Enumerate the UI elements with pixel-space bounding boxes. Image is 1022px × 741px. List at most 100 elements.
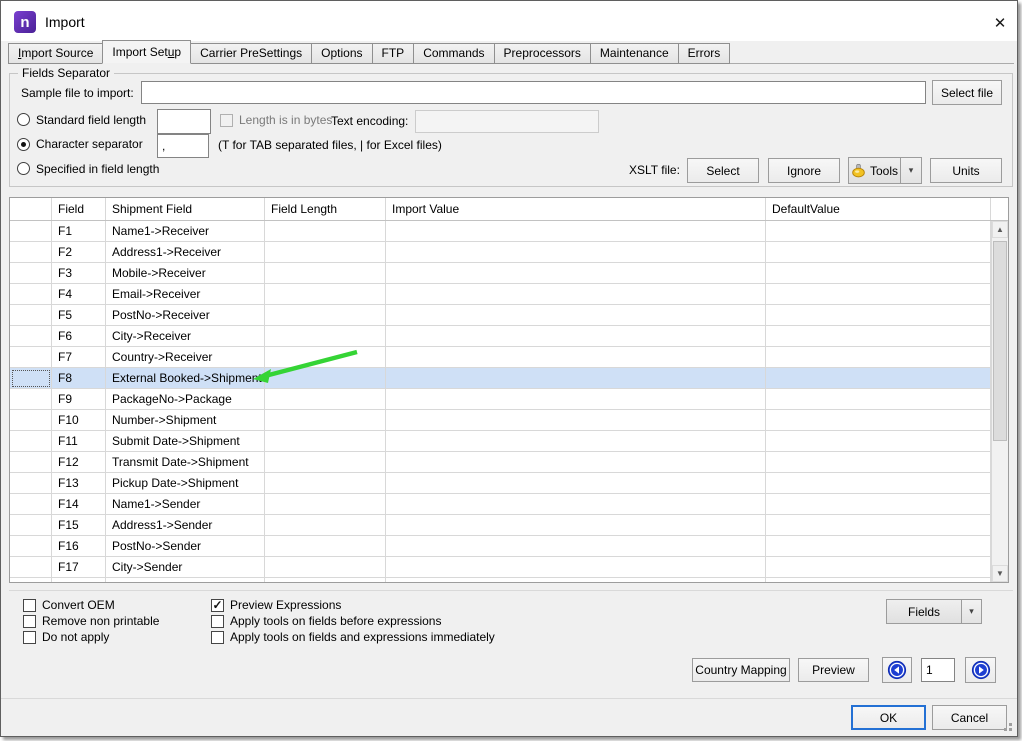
table-row-f13[interactable]: F13Pickup Date->Shipment bbox=[10, 473, 1008, 494]
table-row-f10[interactable]: F10Number->Shipment bbox=[10, 410, 1008, 431]
column-header-field-length[interactable]: Field Length bbox=[265, 198, 386, 220]
tab-carrier-presettings[interactable]: Carrier PreSettings bbox=[190, 43, 312, 64]
table-row-f14[interactable]: F14Name1->Sender bbox=[10, 494, 1008, 515]
cell-defaultvalue bbox=[766, 515, 991, 536]
cell-field-length bbox=[265, 515, 386, 536]
tab-strip: Import SourceImport SetupCarrier PreSett… bbox=[8, 41, 1014, 64]
standard-field-length-radio[interactable] bbox=[17, 113, 30, 126]
column-header-field[interactable]: Field bbox=[52, 198, 106, 220]
table-row-f1[interactable]: F1Name1->Receiver bbox=[10, 221, 1008, 242]
cell-field: F4 bbox=[52, 284, 106, 305]
table-row-f11[interactable]: F11Submit Date->Shipment bbox=[10, 431, 1008, 452]
cancel-button[interactable]: Cancel bbox=[932, 705, 1007, 730]
separator-char-input[interactable] bbox=[157, 134, 209, 158]
cell-defaultvalue bbox=[766, 242, 991, 263]
table-row-f15[interactable]: F15Address1->Sender bbox=[10, 515, 1008, 536]
fields-button[interactable]: Fields bbox=[886, 599, 962, 624]
cell-defaultvalue bbox=[766, 389, 991, 410]
vertical-scrollbar[interactable]: ▲ ▼ bbox=[991, 221, 1008, 582]
table-row-f17[interactable]: F17City->Sender bbox=[10, 557, 1008, 578]
column-header-shipment-field[interactable]: Shipment Field bbox=[106, 198, 265, 220]
select-file-button[interactable]: Select file bbox=[932, 80, 1002, 105]
column-header-import-value[interactable]: Import Value bbox=[386, 198, 766, 220]
tab-commands[interactable]: Commands bbox=[413, 43, 494, 64]
fields-dropdown-button[interactable]: ▾ bbox=[961, 599, 982, 624]
scrollbar-thumb[interactable] bbox=[993, 241, 1007, 441]
character-separator-label: Character separator bbox=[36, 137, 143, 151]
cell-import-value bbox=[386, 389, 766, 410]
cell-defaultvalue bbox=[766, 578, 991, 582]
cell-shipment-field: Transmit Date->Shipment bbox=[106, 452, 265, 473]
table-row-f6[interactable]: F6City->Receiver bbox=[10, 326, 1008, 347]
row-selector-cell bbox=[10, 263, 52, 284]
table-row-f2[interactable]: F2Address1->Receiver bbox=[10, 242, 1008, 263]
checkbox-convert-oem[interactable]: Convert OEM bbox=[23, 597, 159, 613]
checkbox-apply-tools-on-fields-before-expressions[interactable]: Apply tools on fields before expressions bbox=[211, 613, 495, 629]
xslt-select-button[interactable]: Select bbox=[687, 158, 759, 183]
cell-field-length bbox=[265, 578, 386, 582]
table-row-f4[interactable]: F4Email->Receiver bbox=[10, 284, 1008, 305]
checkbox-label: Remove non printable bbox=[42, 614, 159, 628]
tools-button[interactable]: Tools bbox=[848, 157, 901, 184]
units-button[interactable]: Units bbox=[930, 158, 1002, 183]
column-header-defaultvalue[interactable]: DefaultValue bbox=[766, 198, 991, 220]
checkbox-remove-non-printable[interactable]: Remove non printable bbox=[23, 613, 159, 629]
cell-shipment-field: PackageNo->Package bbox=[106, 389, 265, 410]
checkbox-preview-expressions[interactable]: ✓Preview Expressions bbox=[211, 597, 495, 613]
xslt-ignore-button[interactable]: Ignore bbox=[768, 158, 840, 183]
cell-defaultvalue bbox=[766, 494, 991, 515]
cell-field-length bbox=[265, 242, 386, 263]
page-number-input[interactable] bbox=[921, 658, 955, 682]
tab-ftp[interactable]: FTP bbox=[372, 43, 415, 64]
tab-import-source[interactable]: Import Source bbox=[8, 43, 103, 64]
country-mapping-button[interactable]: Country Mapping bbox=[692, 658, 790, 682]
preview-button[interactable]: Preview bbox=[798, 658, 869, 682]
character-separator-radio[interactable] bbox=[17, 138, 30, 151]
table-row-f9[interactable]: F9PackageNo->Package bbox=[10, 389, 1008, 410]
checkbox-do-not-apply[interactable]: Do not apply bbox=[23, 629, 159, 645]
close-icon[interactable]: ✕ bbox=[987, 11, 1013, 35]
scrollbar-down-icon[interactable]: ▼ bbox=[992, 565, 1008, 582]
row-selector-cell bbox=[10, 389, 52, 410]
table-row-f8[interactable]: F8External Booked->Shipment bbox=[10, 368, 1008, 389]
ok-button[interactable]: OK bbox=[851, 705, 926, 730]
options-right-column: ✓Preview ExpressionsApply tools on field… bbox=[211, 597, 495, 645]
standard-length-input[interactable] bbox=[157, 109, 211, 134]
tab-options[interactable]: Options bbox=[311, 43, 372, 64]
table-row-f7[interactable]: F7Country->Receiver bbox=[10, 347, 1008, 368]
table-row-filler[interactable] bbox=[10, 578, 1008, 582]
sample-file-input[interactable] bbox=[141, 81, 926, 104]
chevron-down-icon: ▾ bbox=[969, 606, 974, 617]
tab-preprocessors[interactable]: Preprocessors bbox=[494, 43, 591, 64]
checkbox-box bbox=[211, 631, 224, 644]
table-row-f12[interactable]: F12Transmit Date->Shipment bbox=[10, 452, 1008, 473]
tab-errors[interactable]: Errors bbox=[678, 43, 731, 64]
table-row-f3[interactable]: F3Mobile->Receiver bbox=[10, 263, 1008, 284]
tools-dropdown-button[interactable]: ▾ bbox=[900, 157, 922, 184]
cell-field-length bbox=[265, 284, 386, 305]
length-in-bytes-checkbox[interactable] bbox=[220, 114, 233, 127]
cell-defaultvalue bbox=[766, 410, 991, 431]
specified-field-length-radio[interactable] bbox=[17, 162, 30, 175]
table-row-f5[interactable]: F5PostNo->Receiver bbox=[10, 305, 1008, 326]
table-row-f16[interactable]: F16PostNo->Sender bbox=[10, 536, 1008, 557]
cell-field: F6 bbox=[52, 326, 106, 347]
column-header-selector[interactable] bbox=[10, 198, 52, 220]
cell-field: F14 bbox=[52, 494, 106, 515]
tab-maintenance[interactable]: Maintenance bbox=[590, 43, 679, 64]
scrollbar-up-icon[interactable]: ▲ bbox=[992, 221, 1008, 238]
row-selector-cell bbox=[10, 305, 52, 326]
tab-import-setup[interactable]: Import Setup bbox=[102, 40, 191, 64]
cell-field: F11 bbox=[52, 431, 106, 452]
previous-page-button[interactable] bbox=[882, 657, 912, 683]
cell-shipment-field: Name1->Sender bbox=[106, 494, 265, 515]
checkbox-apply-tools-on-fields-and-expressions-immediately[interactable]: Apply tools on fields and expressions im… bbox=[211, 629, 495, 645]
cell-defaultvalue bbox=[766, 368, 991, 389]
cell-shipment-field: Mobile->Receiver bbox=[106, 263, 265, 284]
cell-shipment-field: Address1->Receiver bbox=[106, 242, 265, 263]
cell-field: F13 bbox=[52, 473, 106, 494]
standard-field-length-label: Standard field length bbox=[36, 113, 146, 127]
cell-field-length bbox=[265, 431, 386, 452]
cell-import-value bbox=[386, 473, 766, 494]
next-page-button[interactable] bbox=[965, 657, 996, 683]
